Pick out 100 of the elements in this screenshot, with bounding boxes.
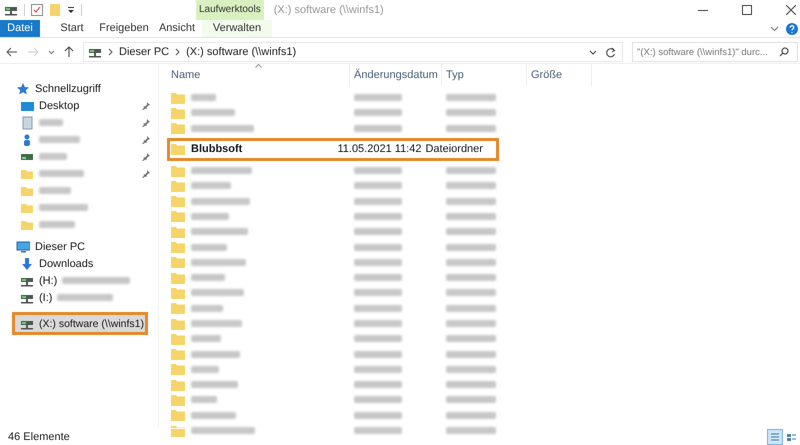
pin-icon[interactable]: [142, 170, 150, 178]
blurred-text: [191, 109, 235, 116]
column-header[interactable]: Name: [167, 64, 350, 86]
blurred-text: [191, 412, 236, 419]
blurred-text: [354, 109, 402, 116]
refresh-icon[interactable]: [605, 46, 616, 58]
chevron-down-icon[interactable]: [770, 26, 779, 32]
blurred-text: [354, 124, 402, 132]
chevron-down-icon[interactable]: [48, 50, 55, 54]
checkbox-icon[interactable]: [31, 4, 43, 16]
blurred-text: [446, 258, 496, 266]
folder-icon[interactable]: [49, 3, 61, 17]
ribbon-tab[interactable]: Verwalten: [202, 20, 272, 37]
chevron-right-icon[interactable]: [108, 48, 113, 56]
blurred-text: [354, 94, 402, 102]
maximize-icon[interactable]: [742, 5, 752, 15]
folder-icon: [171, 348, 185, 360]
highlighted-file-row[interactable]: Blubbsoft 11.05.2021 11:42 Dateiordner: [167, 138, 499, 161]
blurred-text: [354, 212, 402, 220]
back-arrow-icon[interactable]: [6, 47, 18, 57]
blurred-text: [446, 335, 496, 342]
blurred-text: [446, 244, 496, 251]
nav-item-label[interactable]: Desktop: [39, 100, 80, 112]
sort-caret-icon: [255, 64, 262, 68]
ribbon-tab[interactable]: Start: [50, 20, 94, 37]
chevron-right-icon[interactable]: [175, 48, 180, 56]
folder-icon: [171, 92, 185, 104]
close-icon[interactable]: [786, 5, 796, 15]
ribbon-tab[interactable]: Ansicht: [154, 20, 200, 37]
folder-icon: [171, 195, 185, 208]
search-field[interactable]: "(X:) software (\\winfs1)" durc...: [632, 42, 798, 62]
address-bar[interactable]: Dieser PC (X:) software (\\winfs1): [83, 42, 623, 62]
pin-icon[interactable]: [142, 118, 150, 126]
chevron-down-icon[interactable]: [589, 50, 597, 54]
blurred-text: [446, 320, 496, 327]
blurred-text: [354, 350, 402, 358]
ribbon-tab[interactable]: Datei: [0, 20, 40, 37]
blurred-text: [191, 167, 252, 174]
folder-icon: [171, 143, 185, 156]
column-header[interactable]: Größe: [527, 64, 592, 86]
blurred-text: [191, 274, 225, 282]
pin-icon[interactable]: [142, 152, 150, 160]
folder-icon: [171, 424, 185, 437]
breadcrumb[interactable]: Dieser PC: [119, 46, 170, 58]
blurred-text: [354, 274, 402, 282]
blurred-text: [446, 366, 496, 373]
blurred-text: [446, 94, 496, 102]
blurred-text: [446, 274, 496, 282]
context-tab-label[interactable]: Laufwerktools: [196, 0, 264, 20]
nav-item-label[interactable]: Downloads: [39, 258, 94, 270]
dropdown-icon[interactable]: [67, 5, 75, 15]
blurred-text: [57, 294, 114, 301]
nav-item-label[interactable]: (H:): [39, 274, 58, 286]
pin-icon[interactable]: [142, 102, 150, 110]
blurred-text: [354, 244, 402, 251]
pin-icon[interactable]: [142, 136, 150, 144]
search-icon: [779, 47, 789, 57]
blurred-text: [354, 304, 402, 312]
details-view-icon[interactable]: [768, 430, 782, 444]
highlighted-nav-item[interactable]: (X:) software (\\winfs1): [12, 312, 148, 335]
monitor-icon: [16, 240, 30, 254]
blurred-text: [446, 350, 496, 358]
nav-item-label[interactable]: Dieser PC: [35, 240, 86, 252]
file-name[interactable]: Blubbsoft: [191, 143, 242, 156]
folder-icon: [171, 318, 185, 330]
folder-icon: [171, 180, 185, 192]
blurred-text: [191, 94, 216, 102]
help-icon[interactable]: [786, 22, 798, 34]
blurred-text: [354, 381, 402, 388]
nav-item-label[interactable]: (X:) software (\\winfs1): [39, 318, 144, 330]
blurred-text: [191, 228, 248, 236]
blurred-text: [191, 396, 217, 404]
blurred-text: [354, 289, 402, 296]
nav-item-label[interactable]: (I:): [39, 292, 52, 304]
nav-item-label[interactable]: Schnellzugriff: [35, 82, 101, 94]
blurred-text: [39, 204, 88, 211]
breadcrumb[interactable]: (X:) software (\\winfs1): [186, 46, 296, 58]
blurred-text: [446, 396, 496, 404]
blurred-text: [191, 244, 227, 251]
blurred-text: [446, 412, 496, 419]
folder-icon: [171, 286, 185, 299]
blurred-text: [39, 119, 63, 126]
blurred-text: [354, 320, 402, 327]
blurred-text: [446, 167, 496, 174]
blurred-text: [354, 198, 402, 205]
column-header[interactable]: Änderungsdatum: [350, 64, 442, 86]
blurred-text: [446, 182, 496, 190]
blurred-text: [354, 335, 402, 342]
folder-icon: [171, 332, 185, 345]
folder-icon: [171, 409, 185, 422]
blurred-text: [191, 304, 223, 312]
folder-icon: [171, 394, 185, 406]
blurred-text: [191, 212, 229, 220]
blurred-text: [191, 198, 250, 205]
date-cell: 11.05.2021 11:42: [337, 143, 422, 156]
up-arrow-icon[interactable]: [64, 46, 74, 58]
forward-arrow-icon[interactable]: [27, 47, 39, 57]
folder-icon: [171, 241, 185, 254]
ribbon-tab[interactable]: Freigeben: [94, 20, 154, 37]
column-header[interactable]: Typ: [442, 64, 527, 86]
